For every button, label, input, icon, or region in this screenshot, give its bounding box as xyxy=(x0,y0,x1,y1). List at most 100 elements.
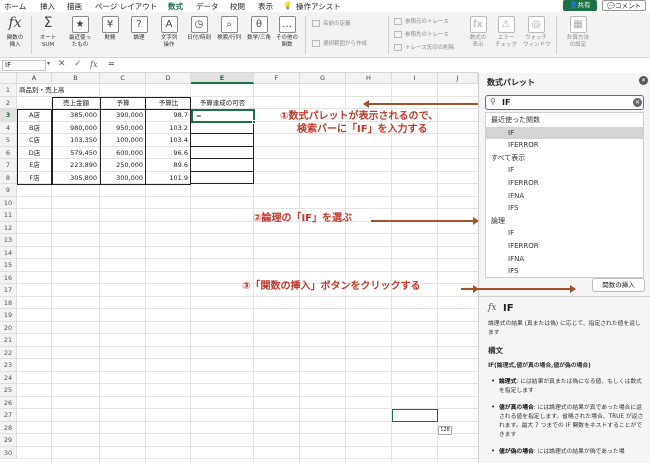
clear-search-icon[interactable]: ✕ xyxy=(633,98,642,107)
ratio-cell[interactable]: 89.6 xyxy=(146,159,191,171)
header-sales[interactable]: 売上金額 xyxy=(52,97,100,109)
budget-cell[interactable]: 300,000 xyxy=(100,172,146,184)
fill-handle[interactable] xyxy=(252,119,256,124)
budget-cell[interactable]: 950,000 xyxy=(100,122,146,134)
column-header[interactable]: D xyxy=(146,73,191,84)
function-list-item[interactable]: IFERROR xyxy=(486,177,643,189)
row-header[interactable]: 29 xyxy=(0,434,17,447)
trace-dependents-button[interactable]: 参照先のトレース xyxy=(394,30,449,38)
header-budget[interactable]: 予算 xyxy=(100,97,146,109)
row-header[interactable]: 19 xyxy=(0,309,17,322)
function-list-item[interactable]: IFNA xyxy=(486,190,643,202)
sales-cell[interactable]: 305,800 xyxy=(52,172,100,184)
trace-precedents-button[interactable]: 参照元のトレース xyxy=(394,17,449,25)
text-button[interactable]: A 文字列 操作 xyxy=(158,16,180,48)
achievement-cell[interactable] xyxy=(191,159,254,172)
sales-cell[interactable]: 579,450 xyxy=(52,147,100,159)
active-cell-e3[interactable]: = xyxy=(191,109,255,123)
sheet-title[interactable]: 商品別・売上高 xyxy=(19,84,65,96)
ratio-cell[interactable]: 103.4 xyxy=(146,134,191,146)
function-list-item[interactable]: IF xyxy=(486,164,643,176)
row-header[interactable]: 9 xyxy=(0,184,17,197)
row-header[interactable]: 15 xyxy=(0,259,17,272)
tab-draw[interactable]: 描画 xyxy=(67,1,82,12)
tab-home[interactable]: ホーム xyxy=(4,1,26,12)
achievement-cell[interactable] xyxy=(191,121,254,134)
remove-arrows-button[interactable]: トレース矢印の削除 xyxy=(394,43,454,51)
column-header[interactable]: H xyxy=(346,73,392,84)
error-check-button[interactable]: ⚠ エラー チェック xyxy=(495,16,517,48)
tab-review[interactable]: 校閲 xyxy=(230,1,245,12)
chevron-down-icon[interactable]: ▾ xyxy=(47,60,50,67)
function-list-item[interactable]: IFS xyxy=(486,202,643,214)
sales-cell[interactable]: 223,890 xyxy=(52,159,100,171)
row-header[interactable]: 22 xyxy=(0,346,17,359)
more-functions-button[interactable]: … その他の 関数 xyxy=(276,16,298,48)
tab-data[interactable]: データ xyxy=(196,1,219,12)
header-ratio[interactable]: 予算比 xyxy=(146,97,191,109)
insert-function-button[interactable]: 関数の挿入 xyxy=(592,278,645,292)
define-name-button[interactable]: 名前の定義 xyxy=(312,19,351,27)
function-list-item[interactable]: IFERROR xyxy=(486,240,643,252)
sales-cell[interactable]: 385,000 xyxy=(52,109,100,121)
comment-button[interactable]: 💬コメント xyxy=(602,0,646,11)
show-formulas-button[interactable]: fx 数式の 表示 xyxy=(467,16,489,48)
row-header[interactable]: 13 xyxy=(0,234,17,247)
column-header[interactable]: B xyxy=(52,73,100,84)
store-cell[interactable]: A店 xyxy=(17,109,52,121)
ratio-cell[interactable]: 98.7 xyxy=(146,109,191,121)
math-button[interactable]: θ 数学/三角 xyxy=(246,16,272,42)
function-list-item[interactable]: IF xyxy=(486,227,643,239)
column-header[interactable]: C xyxy=(100,73,146,84)
formula-input[interactable]: = xyxy=(108,59,115,68)
achievement-cell[interactable] xyxy=(191,134,254,147)
row-header[interactable]: 28 xyxy=(0,421,17,434)
row-header[interactable]: 12 xyxy=(0,221,17,234)
row-header[interactable]: 21 xyxy=(0,334,17,347)
row-header[interactable]: 1 xyxy=(0,84,17,97)
create-from-selection-button[interactable]: 選択範囲から作成 xyxy=(312,39,367,47)
row-header[interactable]: 4 xyxy=(0,121,17,134)
achievement-cell[interactable] xyxy=(191,146,254,159)
watch-window-button[interactable]: ◎ ウォッチ ウィンドウ xyxy=(523,16,551,48)
row-header[interactable]: 6 xyxy=(0,146,17,159)
datetime-button[interactable]: ◷ 日付/時刻 xyxy=(186,16,212,42)
achievement-cell[interactable] xyxy=(191,171,254,184)
store-cell[interactable]: B店 xyxy=(17,122,52,134)
row-header[interactable]: 23 xyxy=(0,359,17,372)
sales-cell[interactable]: 103,350 xyxy=(52,134,100,146)
tab-insert[interactable]: 挿入 xyxy=(40,1,55,12)
store-cell[interactable]: D店 xyxy=(17,147,52,159)
row-header[interactable]: 3 xyxy=(0,109,17,122)
row-header[interactable]: 26 xyxy=(0,396,17,409)
column-header[interactable]: G xyxy=(300,73,346,84)
insert-function-button[interactable]: fx 関数の 挿入 xyxy=(3,16,27,48)
row-header[interactable]: 16 xyxy=(0,271,17,284)
ratio-cell[interactable]: 103.2 xyxy=(146,122,191,134)
lookup-button[interactable]: ⌕ 検索/行列 xyxy=(216,16,242,42)
store-cell[interactable]: C店 xyxy=(17,134,52,146)
function-list-item[interactable]: IFNA xyxy=(486,253,643,265)
row-header[interactable]: 8 xyxy=(0,171,17,184)
close-icon[interactable]: ✕ xyxy=(639,76,648,85)
check-icon[interactable]: ✓ xyxy=(74,59,82,69)
row-header[interactable]: 10 xyxy=(0,196,17,209)
column-header[interactable]: A xyxy=(17,73,52,84)
column-header[interactable]: E xyxy=(191,73,254,84)
tab-view[interactable]: 表示 xyxy=(258,1,273,12)
row-header[interactable]: 27 xyxy=(0,409,17,422)
spreadsheet-grid[interactable]: A B C D E F G H I J 1 2 3 4 5 6 7 8 9 10 11 12 13 14 1… xyxy=(0,73,478,463)
recent-functions-button[interactable]: ★ 最近使っ たもの xyxy=(66,16,94,48)
column-header[interactable]: I xyxy=(392,73,438,84)
autosum-button[interactable]: Σ オート SUM xyxy=(36,16,60,48)
function-list-item[interactable]: IFS xyxy=(486,265,643,277)
row-header[interactable]: 20 xyxy=(0,321,17,334)
ratio-cell[interactable]: 101.9 xyxy=(146,172,191,184)
row-header[interactable]: 7 xyxy=(0,159,17,172)
name-box[interactable]: IF xyxy=(2,60,46,71)
financial-button[interactable]: ¥ 財務 xyxy=(100,16,120,42)
row-header[interactable]: 25 xyxy=(0,384,17,397)
budget-cell[interactable]: 250,000 xyxy=(100,159,146,171)
highlighted-cell[interactable] xyxy=(392,409,438,422)
ratio-cell[interactable]: 96.6 xyxy=(146,147,191,159)
